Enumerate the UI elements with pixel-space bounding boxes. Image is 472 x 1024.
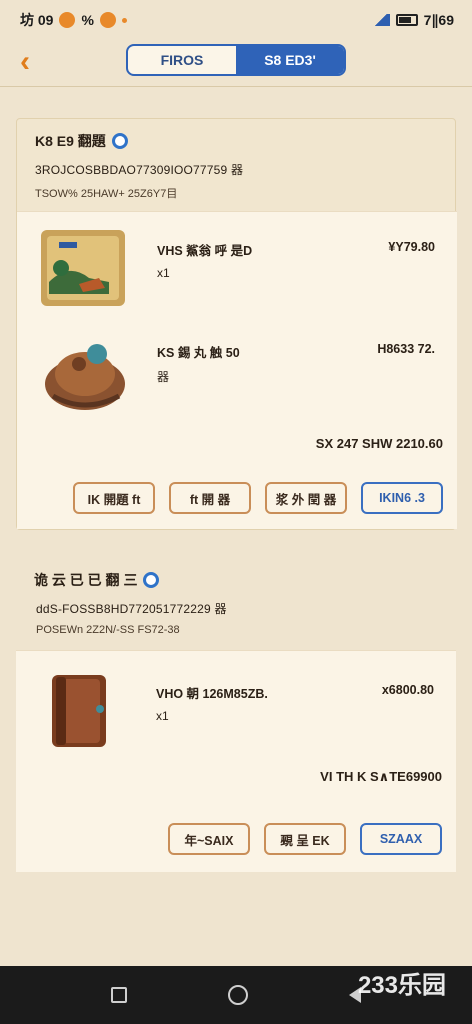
order-item[interactable]: VHS 鯊翁 呼 是D x1 ¥Y79.80 <box>39 222 449 318</box>
item-price: H8633 72. <box>377 342 435 356</box>
notification-icon <box>59 12 76 28</box>
item-title: VHO 朝 126M85ZB. <box>156 687 268 701</box>
watermark-logo: 233乐园 <box>357 971 446 999</box>
product-thumbnail-icon <box>45 344 125 410</box>
order-action-button-2[interactable]: ft 開 器 <box>169 482 251 514</box>
verified-badge-icon <box>143 572 160 588</box>
order-action-button-2[interactable]: 覡 呈 EK <box>264 823 346 855</box>
item-quantity: 器 <box>157 370 170 384</box>
tab-second-active[interactable]: S8 ED3' <box>236 46 344 74</box>
order-item[interactable]: KS 錫 丸 触 50 器 H8633 72. <box>39 324 449 420</box>
item-quantity: x1 <box>157 266 170 280</box>
header-divider <box>0 86 472 87</box>
order-item[interactable]: VHO 朝 126M85ZB. x1 x6800.80 <box>38 665 448 761</box>
order-action-button-3[interactable]: 浆 外 閏 器 <box>265 482 347 514</box>
order-action-button-1[interactable]: IK 開題 ft <box>73 482 155 514</box>
order-time: TSOW% 25HAW+ 25Z6Y7目 <box>35 188 178 200</box>
order-id: ddS-FOSSB8HD772051772229 器 <box>36 602 227 616</box>
order-card[interactable]: 诡 云 已 已 翻 三 ddS-FOSSB8HD772051772229 器 P… <box>16 556 456 874</box>
status-mid-text: % <box>81 12 94 28</box>
order-primary-button[interactable]: IKIN6 .3 <box>361 482 443 514</box>
status-left: 坊 09 % <box>20 10 127 30</box>
back-arrow-icon[interactable]: ‹ <box>14 47 36 77</box>
order-card[interactable]: K8 E9 翻題 3ROJCOSBBDAO77309IOO77759 器 TSO… <box>16 118 457 530</box>
battery-icon <box>395 14 418 26</box>
status-right: 7∥69 <box>371 11 454 29</box>
order-action-button-1[interactable]: 年~SAIX <box>168 823 250 855</box>
order-total: VI TH K S∧TE69900 <box>320 769 442 784</box>
item-price: ¥Y79.80 <box>388 240 435 254</box>
notification-icon-2 <box>99 12 116 28</box>
item-title: VHS 鯊翁 呼 是D <box>157 244 253 258</box>
tab-first[interactable]: FIROS <box>128 46 236 74</box>
notification-dot-icon <box>121 17 127 23</box>
item-quantity: x1 <box>156 709 169 723</box>
order-items-panel: VHS 鯊翁 呼 是D x1 ¥Y79.80 KS 錫 丸 触 50 器 H86… <box>17 211 457 529</box>
status-right-text: 7∥69 <box>423 11 454 28</box>
shop-row[interactable]: K8 E9 翻題 <box>35 131 128 151</box>
shop-row[interactable]: 诡 云 已 已 翻 三 <box>34 570 160 590</box>
shop-name: 诡 云 已 已 翻 三 <box>34 572 138 588</box>
item-price: x6800.80 <box>381 683 434 697</box>
order-items-panel: VHO 朝 126M85ZB. x1 x6800.80 VI TH K S∧TE… <box>16 650 456 872</box>
order-primary-button[interactable]: SZAAX <box>360 823 442 855</box>
product-thumbnail-icon <box>41 230 125 306</box>
item-title: KS 錫 丸 触 50 <box>157 346 240 360</box>
order-total: SX 247 SHW 2210.60 <box>315 436 443 451</box>
segmented-tabs: FIROS S8 ED3' <box>126 44 346 76</box>
status-bar: 坊 09 % 7∥69 <box>0 0 472 40</box>
verified-badge-icon <box>111 133 128 149</box>
order-id: 3ROJCOSBBDAO77309IOO77759 器 <box>35 163 244 177</box>
recent-apps-icon[interactable] <box>110 987 127 1003</box>
home-icon[interactable] <box>227 985 248 1005</box>
top-bar: ‹ FIROS S8 ED3' <box>0 40 472 87</box>
status-time: 坊 09 <box>20 12 54 28</box>
shop-name: K8 E9 翻題 <box>35 133 106 149</box>
order-time: POSEWn 2Z2N/-SS FS72-38 <box>36 624 180 636</box>
signal-icon <box>371 14 390 26</box>
product-thumbnail-icon <box>52 675 106 747</box>
